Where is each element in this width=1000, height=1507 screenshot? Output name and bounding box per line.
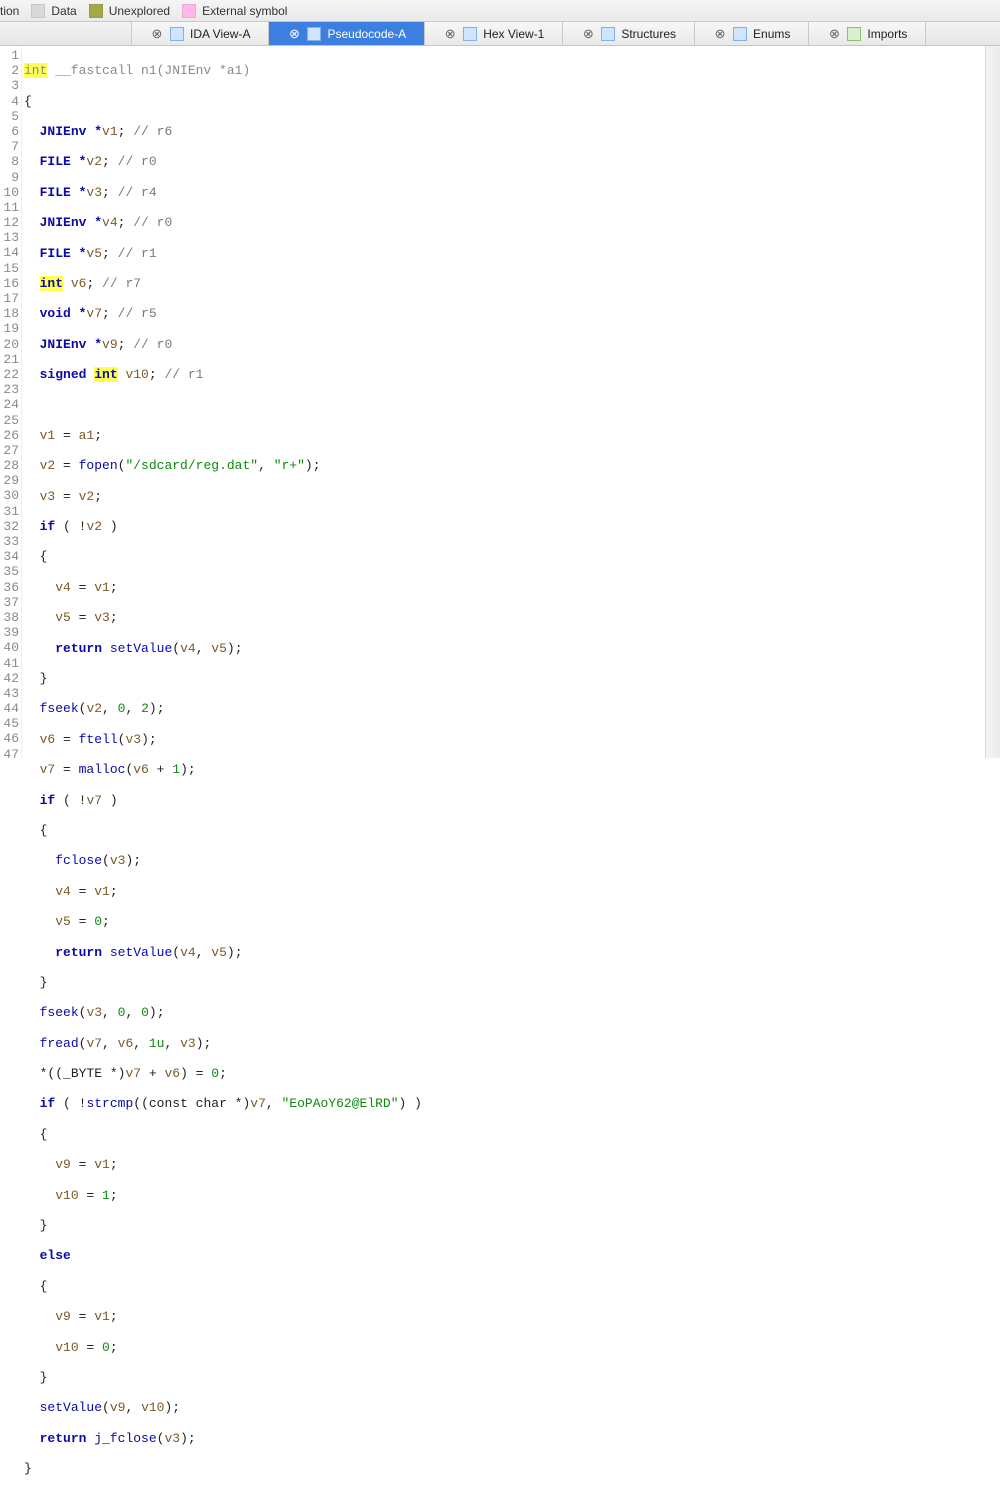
tab-label: Hex View-1 [483,27,544,41]
view-icon [170,27,184,41]
line-number-gutter: 1234567891011121314151617181920212223242… [0,46,22,758]
code-editor[interactable]: 1234567891011121314151617181920212223242… [0,46,1000,758]
tab-label: Structures [621,27,676,41]
tab-pseudocode-a[interactable]: ⊗ Pseudocode-A [269,22,425,45]
legend-label: tion [0,4,19,18]
legend-item: External symbol [182,4,287,18]
close-icon[interactable]: ⊗ [150,27,164,41]
tab-label: IDA View-A [190,27,250,41]
imports-icon [847,27,861,41]
tab-label: Pseudocode-A [327,27,406,41]
legend-label: Data [51,4,76,18]
vertical-scrollbar[interactable] [985,46,1000,758]
tab-ida-view-a[interactable]: ⊗ IDA View-A [132,22,269,45]
legend-swatch-unexplored [89,4,103,18]
view-icon [463,27,477,41]
legend-swatch-extsym [182,4,196,18]
legend-item: Unexplored [89,4,170,18]
tab-structures[interactable]: ⊗ Structures [563,22,695,45]
close-icon[interactable]: ⊗ [713,27,727,41]
tab-label: Enums [753,27,790,41]
close-icon[interactable]: ⊗ [827,27,841,41]
close-icon[interactable]: ⊗ [581,27,595,41]
tab-enums[interactable]: ⊗ Enums [695,22,809,45]
close-icon[interactable]: ⊗ [443,27,457,41]
legend-label: External symbol [202,4,287,18]
structures-icon [601,27,615,41]
legend-item: tion [0,4,19,18]
code-area[interactable]: int __fastcall n1(JNIEnv *a1) { JNIEnv *… [22,46,985,758]
enums-icon [733,27,747,41]
legend-label: Unexplored [109,4,170,18]
tab-bar: ⊗ IDA View-A ⊗ Pseudocode-A ⊗ Hex View-1… [0,22,1000,46]
legend-swatch-data [31,4,45,18]
tab-label: Imports [867,27,907,41]
legend-bar: tion Data Unexplored External symbol [0,0,1000,22]
legend-item: Data [31,4,76,18]
tab-hex-view-1[interactable]: ⊗ Hex View-1 [425,22,563,45]
tab-imports[interactable]: ⊗ Imports [809,22,926,45]
close-icon[interactable]: ⊗ [287,27,301,41]
view-icon [307,27,321,41]
